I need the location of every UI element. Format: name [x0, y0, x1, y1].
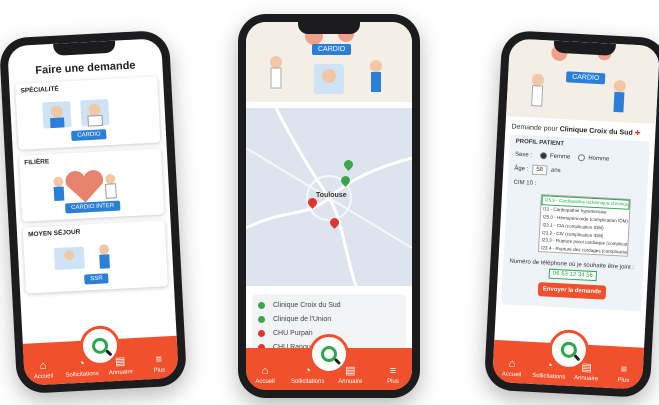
nav-plus[interactable]: ≡ Plus: [610, 363, 637, 385]
phone-right: CARDIO Demande pour Clinique Croix du Su…: [483, 29, 659, 399]
clinic-name: CHU Purpan: [273, 329, 313, 337]
category-tag: CARDIO: [565, 71, 606, 85]
search-icon: [91, 337, 109, 355]
clinic-name: Clinique Croix du Sud: [273, 301, 341, 309]
bottom-nav: ⌂ Accueil ◔ Sollicitations ▤ Annuaire ≡ Plus: [22, 324, 179, 386]
card-heading: SPÉCIALITÉ: [20, 85, 60, 95]
bell-icon: ◔: [304, 365, 311, 378]
search-icon: [321, 346, 337, 362]
screen-map: CARDIO Toulouse Clinique Croix du Sud Cl…: [246, 22, 412, 390]
list-item[interactable]: Clinique Croix du Sud: [258, 298, 400, 312]
phone-center: CARDIO Toulouse Clinique Croix du Sud Cl…: [238, 14, 420, 398]
nav-label: Sollicitations: [65, 371, 100, 380]
balloons-illustration: [270, 26, 382, 94]
notch: [298, 22, 360, 34]
radio-femme[interactable]: [539, 152, 548, 160]
nav-label: Accueil: [501, 371, 522, 379]
nav-label: Sollicitations: [531, 373, 566, 382]
nav-label: Plus: [153, 367, 166, 375]
nav-label: Sollicitations: [290, 379, 325, 386]
category-pill: SSR: [84, 273, 109, 285]
clinic-name: Clinique de l'Union: [273, 315, 332, 323]
nav-label: Annuaire: [338, 379, 363, 386]
card-filiere[interactable]: FILIÈRE CARDIO INTER: [18, 148, 165, 222]
submit-button[interactable]: Envoyer la demande: [537, 282, 607, 300]
request-prefix: Demande pour: [511, 123, 558, 133]
bottom-nav: ⌂ Accueil ◔ Sollicitations ▤ Annuaire ≡ Plus: [246, 334, 412, 390]
pin-icon: [258, 315, 265, 323]
sex-row: Sexe : Femme Homme: [515, 151, 643, 165]
category-pill: CARDIO: [71, 129, 107, 142]
cim-label: CIM 10 :: [513, 179, 537, 187]
nav-label: Plus: [387, 379, 399, 386]
menu-icon: ≡: [155, 353, 163, 367]
rehab-illustration: [53, 244, 110, 270]
screen-form: CARDIO Demande pour Clinique Croix du Su…: [492, 38, 659, 390]
nav-label: Accueil: [33, 373, 54, 381]
nav-plus[interactable]: ≡ Plus: [146, 353, 173, 375]
menu-icon: ≡: [389, 365, 397, 378]
hero-illustration: CARDIO: [246, 22, 412, 102]
category-pill: CARDIO INTER: [65, 200, 121, 214]
patient-profile: PROFIL PATIENT Sexe : Femme Homme Âge : …: [501, 134, 650, 312]
nav-accueil[interactable]: ⌂ Accueil: [498, 357, 525, 379]
search-icon: [560, 341, 578, 359]
book-icon: ▤: [114, 355, 126, 369]
radio-label: Homme: [588, 155, 610, 163]
card-heading: FILIÈRE: [24, 158, 50, 167]
card-specialite[interactable]: SPÉCIALITÉ CARDIO: [15, 76, 161, 150]
menu-icon: ≡: [620, 363, 628, 377]
phone-left: Faire une demande SPÉCIALITÉ CARDIO FILI…: [0, 29, 188, 395]
page-title: Faire une demande: [35, 59, 136, 77]
book-icon: ▤: [345, 365, 356, 378]
sex-label: Sexe :: [514, 151, 533, 159]
home-icon: ⌂: [261, 365, 269, 378]
home-icon: ⌂: [39, 359, 47, 373]
nav-plus[interactable]: ≡ Plus: [380, 365, 406, 386]
notch: [53, 40, 116, 56]
age-label: Âge :: [514, 165, 529, 173]
nav-accueil[interactable]: ⌂ Accueil: [30, 359, 57, 381]
bottom-nav: ⌂ Accueil ◔ Sollicitations ▤ Annuaire ≡ Plus: [492, 328, 645, 390]
nav-accueil[interactable]: ⌂ Accueil: [252, 365, 278, 386]
radio-homme[interactable]: [578, 154, 586, 162]
cim-dropdown[interactable]: I25.9 - Cardiopathie ischémique chroniqu…: [537, 194, 631, 258]
profile-title: PROFIL PATIENT: [515, 138, 565, 148]
cim-row: CIM 10 :: [513, 180, 641, 193]
search-button[interactable]: [309, 334, 349, 374]
screen-demande: Faire une demande SPÉCIALITÉ CARDIO FILI…: [7, 38, 179, 386]
phone-input[interactable]: 06 63 12 34 56: [548, 268, 598, 282]
phone-section: Numéro de téléphone où je souhaite être …: [508, 259, 638, 302]
age-input[interactable]: 58: [532, 164, 548, 176]
category-tag: CARDIO: [312, 44, 352, 55]
radio-label: Femme: [549, 153, 571, 161]
nav-label: Plus: [617, 377, 630, 385]
age-row: Âge : 58 ans: [514, 164, 642, 181]
pin-icon: [258, 301, 265, 309]
home-icon: ⌂: [508, 358, 516, 371]
card-moyen-sejour[interactable]: MOYEN SÉJOUR SSR: [22, 220, 168, 294]
city-label: Toulouse: [316, 192, 347, 199]
hospital-cross-icon: ✚: [634, 129, 641, 138]
bell-icon: ◔: [77, 357, 86, 371]
list-item[interactable]: Clinique de l'Union: [258, 312, 400, 326]
map-view[interactable]: Toulouse: [246, 107, 412, 287]
clinic-name: Clinique Croix du Sud: [559, 126, 633, 137]
pin-icon: [258, 329, 265, 337]
nav-label: Annuaire: [108, 369, 133, 377]
nav-label: Annuaire: [573, 375, 599, 383]
age-unit: ans: [550, 167, 561, 175]
card-heading: MOYEN SÉJOUR: [27, 228, 81, 239]
doctors-illustration: [42, 99, 110, 129]
nav-label: Accueil: [255, 379, 275, 386]
